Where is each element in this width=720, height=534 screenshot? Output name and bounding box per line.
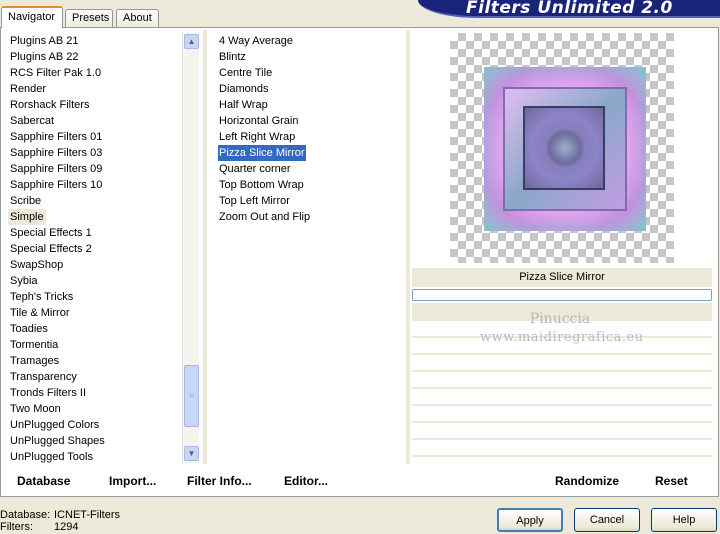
preview-image-core xyxy=(545,128,585,168)
category-item[interactable]: Scribe xyxy=(10,193,41,209)
category-item[interactable]: Plugins AB 21 xyxy=(10,33,79,49)
filter-item[interactable]: Half Wrap xyxy=(218,97,269,113)
filter-item[interactable]: Top Left Mirror xyxy=(218,193,291,209)
parameter-row xyxy=(412,423,712,438)
status-filters: Filters: 1294 xyxy=(0,521,78,534)
category-item[interactable]: Transparency xyxy=(10,369,77,385)
divider xyxy=(406,30,410,464)
help-button[interactable]: Help xyxy=(651,508,717,532)
category-item[interactable]: Rorshack Filters xyxy=(10,97,89,113)
editor-button[interactable]: Editor... xyxy=(284,472,328,490)
parameter-row xyxy=(412,457,712,472)
status-filters-value: 1294 xyxy=(54,521,79,533)
import-button[interactable]: Import... xyxy=(109,472,156,490)
category-item[interactable]: UnPlugged Tools xyxy=(10,449,93,464)
category-item[interactable]: Tormentia xyxy=(10,337,58,353)
category-item[interactable]: Plugins AB 22 xyxy=(10,49,79,65)
category-item[interactable]: Sapphire Filters 01 xyxy=(10,129,102,145)
tab-about[interactable]: About xyxy=(116,9,159,28)
watermark-name: Pinuccia xyxy=(529,311,591,327)
tab-presets[interactable]: Presets xyxy=(65,9,113,28)
chevron-down-icon[interactable]: ▼ xyxy=(184,446,199,461)
parameter-row xyxy=(412,406,712,421)
parameter-row xyxy=(412,389,712,404)
database-button[interactable]: Database xyxy=(17,472,70,490)
filter-item[interactable]: Left Right Wrap xyxy=(218,129,296,145)
preview-filter-label: Pizza Slice Mirror xyxy=(412,268,712,287)
filter-item[interactable]: Zoom Out and Flip xyxy=(218,209,311,225)
category-scrollbar[interactable]: ▲ ≡ ▼ xyxy=(182,33,199,463)
tab-navigator[interactable]: Navigator xyxy=(1,6,63,28)
category-item[interactable]: Render xyxy=(10,81,46,97)
category-item[interactable]: RCS Filter Pak 1.0 xyxy=(10,65,101,81)
category-item[interactable]: Tramages xyxy=(10,353,59,369)
category-item[interactable]: UnPlugged Colors xyxy=(10,417,99,433)
reset-button[interactable]: Reset xyxy=(655,472,688,490)
scroll-thumb[interactable]: ≡ xyxy=(184,365,199,427)
watermark-url: www.maidiregrafica.eu xyxy=(480,330,644,345)
category-item[interactable]: Sapphire Filters 09 xyxy=(10,161,102,177)
status-database-value: ICNET-Filters xyxy=(54,509,120,521)
category-item[interactable]: Tronds Filters II xyxy=(10,385,86,401)
category-item[interactable]: Simple xyxy=(8,209,46,225)
banner-title: Filters Unlimited 2.0 xyxy=(466,0,673,18)
parameter-row xyxy=(412,440,712,455)
status-filters-label: Filters: xyxy=(0,521,33,533)
parameter-row xyxy=(412,355,712,370)
category-item[interactable]: Tile & Mirror xyxy=(10,305,69,321)
category-item[interactable]: SwapShop xyxy=(10,257,63,273)
filter-info-button[interactable]: Filter Info... xyxy=(187,472,252,490)
filter-item[interactable]: Blintz xyxy=(218,49,247,65)
category-item[interactable]: Two Moon xyxy=(10,401,61,417)
filter-item[interactable]: 4 Way Average xyxy=(218,33,294,49)
category-item[interactable]: Sapphire Filters 03 xyxy=(10,145,102,161)
category-item[interactable]: Toadies xyxy=(10,321,48,337)
filter-list[interactable]: 4 Way Average Blintz Centre Tile Diamonds Ha… xyxy=(210,30,406,464)
category-item[interactable]: Teph's Tricks xyxy=(10,289,73,305)
filter-item[interactable]: Horizontal Grain xyxy=(218,113,299,129)
filter-item[interactable]: Top Bottom Wrap xyxy=(218,177,305,193)
randomize-button[interactable]: Randomize xyxy=(555,472,619,490)
category-item[interactable]: Special Effects 2 xyxy=(10,241,92,257)
category-list[interactable]: Plugins AB 21 Plugins AB 22 RCS Filter Pak… xyxy=(4,30,200,464)
cancel-button[interactable]: Cancel xyxy=(574,508,640,532)
apply-button[interactable]: Apply xyxy=(497,508,563,532)
filter-item[interactable]: Centre Tile xyxy=(218,65,273,81)
filter-item[interactable]: Quarter corner xyxy=(218,161,292,177)
category-item[interactable]: Sapphire Filters 10 xyxy=(10,177,102,193)
filter-item[interactable]: Diamonds xyxy=(218,81,270,97)
chevron-up-icon[interactable]: ▲ xyxy=(184,34,199,49)
filter-item[interactable]: Pizza Slice Mirror xyxy=(218,145,306,161)
category-item[interactable]: Sabercat xyxy=(10,113,54,129)
category-item[interactable]: UnPlugged Shapes xyxy=(10,433,105,449)
category-item[interactable]: Sybia xyxy=(10,273,38,289)
tab-strip: Navigator Presets About xyxy=(0,0,420,28)
progress-bar xyxy=(412,289,712,301)
watermark: Pinuccia www.maidiregrafica.eu xyxy=(480,309,644,347)
parameter-row xyxy=(412,372,712,387)
divider xyxy=(203,30,207,464)
category-item[interactable]: Special Effects 1 xyxy=(10,225,92,241)
